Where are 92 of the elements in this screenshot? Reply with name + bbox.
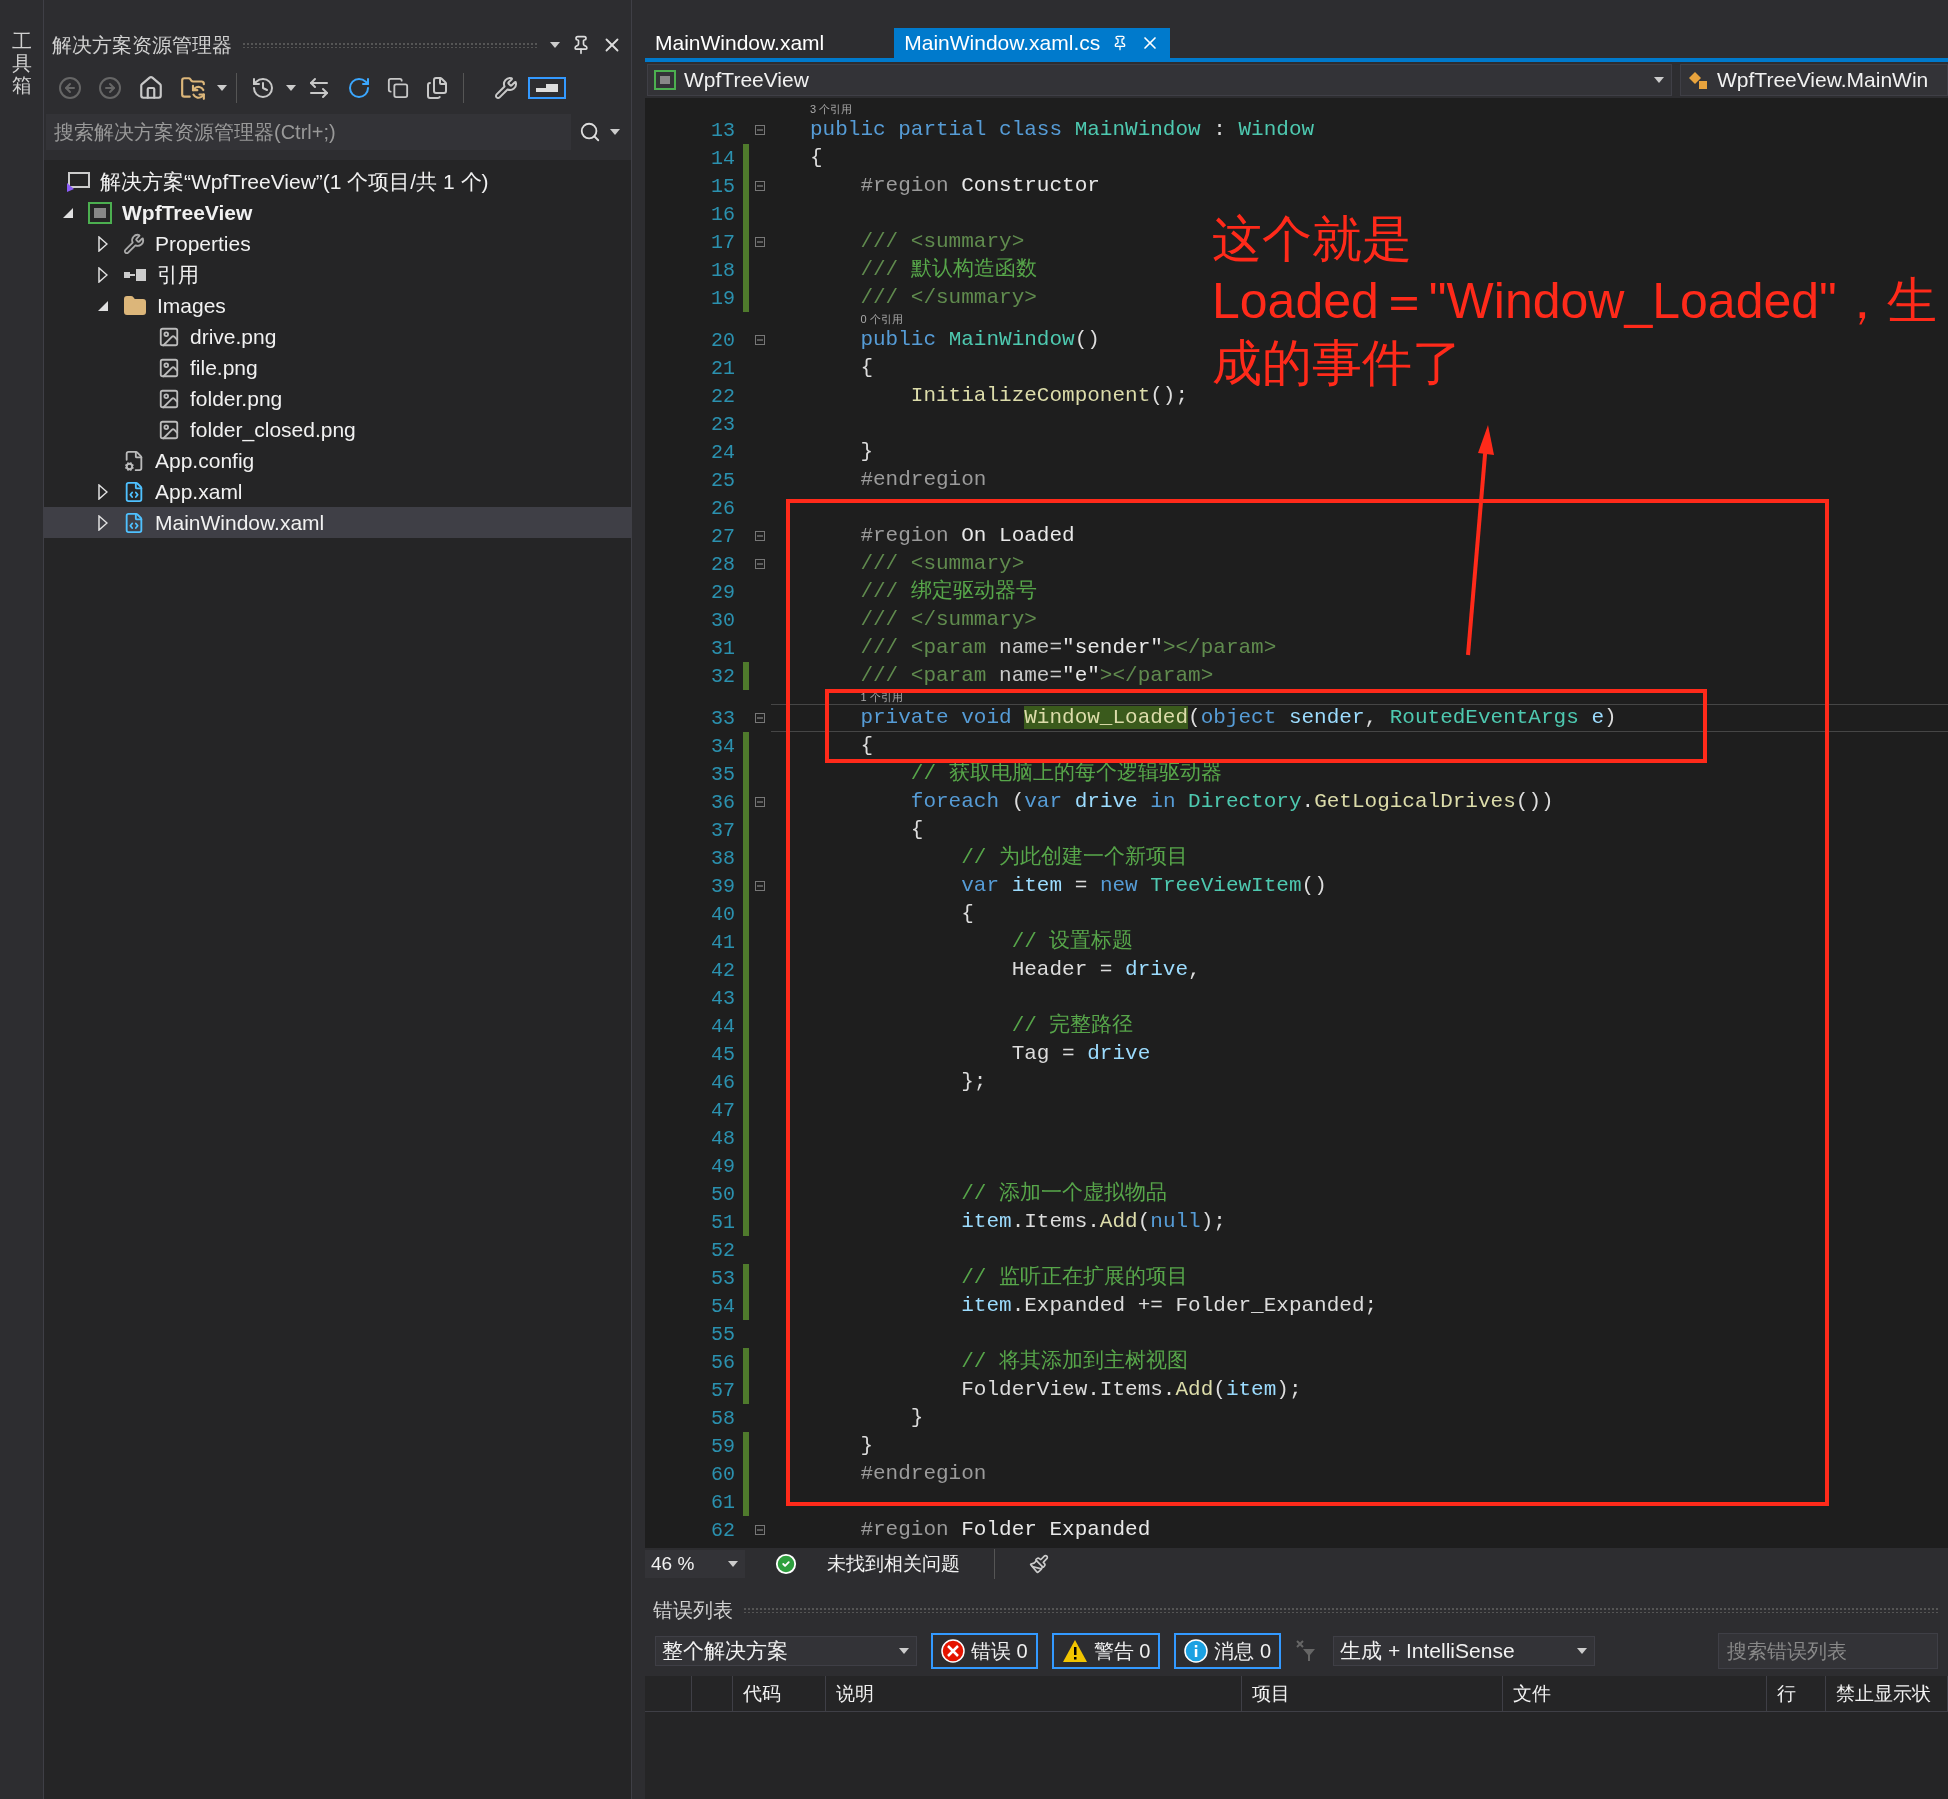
line-number: 48 <box>710 1126 735 1150</box>
line-number: 38 <box>710 846 735 870</box>
line-number: 25 <box>710 468 735 492</box>
line-number: 35 <box>710 762 735 786</box>
code-line: FolderView.Items.Add(item); <box>960 1377 1302 1403</box>
line-number: 56 <box>710 1350 735 1374</box>
code-line: item.Items.Add(null); <box>960 1209 1226 1235</box>
code-line: { <box>960 901 974 927</box>
code-line: #region On Loaded <box>859 523 1075 549</box>
code-line: /// 默认构造函数 <box>859 256 1037 283</box>
annotation-text: 这个就是 Loaded＝"Window_Loaded"，生 成的事件了 <box>1212 210 1937 393</box>
line-number: 36 <box>710 790 735 814</box>
line-number: 16 <box>710 202 735 226</box>
line-number: 50 <box>710 1182 735 1206</box>
code-line: // 添加一个虚拟物品 <box>960 1180 1168 1207</box>
line-number: 28 <box>710 552 735 576</box>
panel-title: 错误列表 <box>653 1597 733 1623</box>
code-line: { <box>810 145 823 171</box>
line-number: 17 <box>710 230 735 254</box>
code-line: var item = new TreeViewItem() <box>960 873 1327 899</box>
line-number: 60 <box>710 1462 735 1486</box>
code-line: Header = drive, <box>1010 957 1201 983</box>
line-number: 26 <box>710 496 735 520</box>
code-line: } <box>859 439 873 465</box>
line-number: 52 <box>710 1238 735 1262</box>
line-number: 46 <box>710 1070 735 1094</box>
code-line: // 将其添加到主树视图 <box>960 1348 1189 1375</box>
line-number: 15 <box>710 174 735 198</box>
code-line: /// </summary> <box>859 285 1037 311</box>
line-number: 19 <box>710 286 735 310</box>
line-number: 29 <box>710 580 735 604</box>
line-number: 53 <box>710 1266 735 1290</box>
line-number: 42 <box>710 958 735 982</box>
line-number: 43 <box>710 986 735 1010</box>
code-line: Tag = drive <box>1010 1041 1151 1067</box>
line-number: 62 <box>710 1518 735 1542</box>
line-number: 30 <box>710 608 735 632</box>
code-line: #region Constructor <box>859 173 1100 199</box>
code-line: { <box>859 355 873 381</box>
code-line: /// <param name="e"></param> <box>859 663 1214 689</box>
line-number: 61 <box>710 1490 735 1514</box>
line-number: 39 <box>710 874 735 898</box>
code-line: #region Folder Expanded <box>859 1517 1151 1543</box>
code-line: // 为此创建一个新项目 <box>960 844 1189 871</box>
line-number: 31 <box>710 636 735 660</box>
code-line: public partial class MainWindow : Window <box>810 117 1315 143</box>
line-number: 41 <box>710 930 735 954</box>
line-number: 55 <box>710 1322 735 1346</box>
line-number: 22 <box>710 384 735 408</box>
code-line: /// <param name="sender"></param> <box>859 635 1277 661</box>
panel-title: 解决方案资源管理器 <box>52 32 232 58</box>
code-line: foreach (var drive in Directory.GetLogicalDrives()) <box>909 789 1554 815</box>
code-line: } <box>859 1433 873 1459</box>
line-number: 27 <box>710 524 735 548</box>
code-line: #endregion <box>859 467 987 493</box>
code-line: }; <box>960 1069 987 1095</box>
code-line: /// <summary> <box>859 551 1025 577</box>
code-line: } <box>909 1405 924 1431</box>
line-number: 37 <box>710 818 735 842</box>
code-line: /// 绑定驱动器号 <box>859 578 1037 605</box>
line-number: 33 <box>710 706 735 730</box>
code-line: item.Expanded += Folder_Expanded; <box>960 1293 1378 1319</box>
code-line: #endregion <box>859 1461 987 1487</box>
code-line: // 监听正在扩展的项目 <box>960 1264 1189 1291</box>
line-number: 54 <box>710 1294 735 1318</box>
line-number: 45 <box>710 1042 735 1066</box>
line-number: 34 <box>710 734 735 758</box>
line-number: 32 <box>710 664 735 688</box>
line-number: 44 <box>710 1014 735 1038</box>
line-number: 21 <box>710 356 735 380</box>
line-number: 58 <box>710 1406 735 1430</box>
line-number: 13 <box>710 118 735 142</box>
code-line: { <box>859 733 873 759</box>
line-number: 20 <box>710 328 735 352</box>
code-line: InitializeComponent(); <box>909 383 1189 409</box>
code-line: /// <summary> <box>859 229 1025 255</box>
line-number: 57 <box>710 1378 735 1402</box>
line-number: 24 <box>710 440 735 464</box>
line-number: 18 <box>710 258 735 282</box>
line-number: 23 <box>710 412 735 436</box>
code-line: private void Window_Loaded(object sender, RoutedEventArgs e) <box>859 705 1617 731</box>
code-line: public MainWindow() <box>859 327 1100 353</box>
line-number: 40 <box>710 902 735 926</box>
line-number: 49 <box>710 1154 735 1178</box>
line-number: 47 <box>710 1098 735 1122</box>
line-number: 51 <box>710 1210 735 1234</box>
line-number: 59 <box>710 1434 735 1458</box>
code-line: { <box>909 817 924 843</box>
code-line: // 设置标题 <box>1010 929 1134 955</box>
line-number: 14 <box>710 146 735 170</box>
code-line: /// </summary> <box>859 607 1037 633</box>
code-line: // 完整路径 <box>1010 1012 1134 1039</box>
